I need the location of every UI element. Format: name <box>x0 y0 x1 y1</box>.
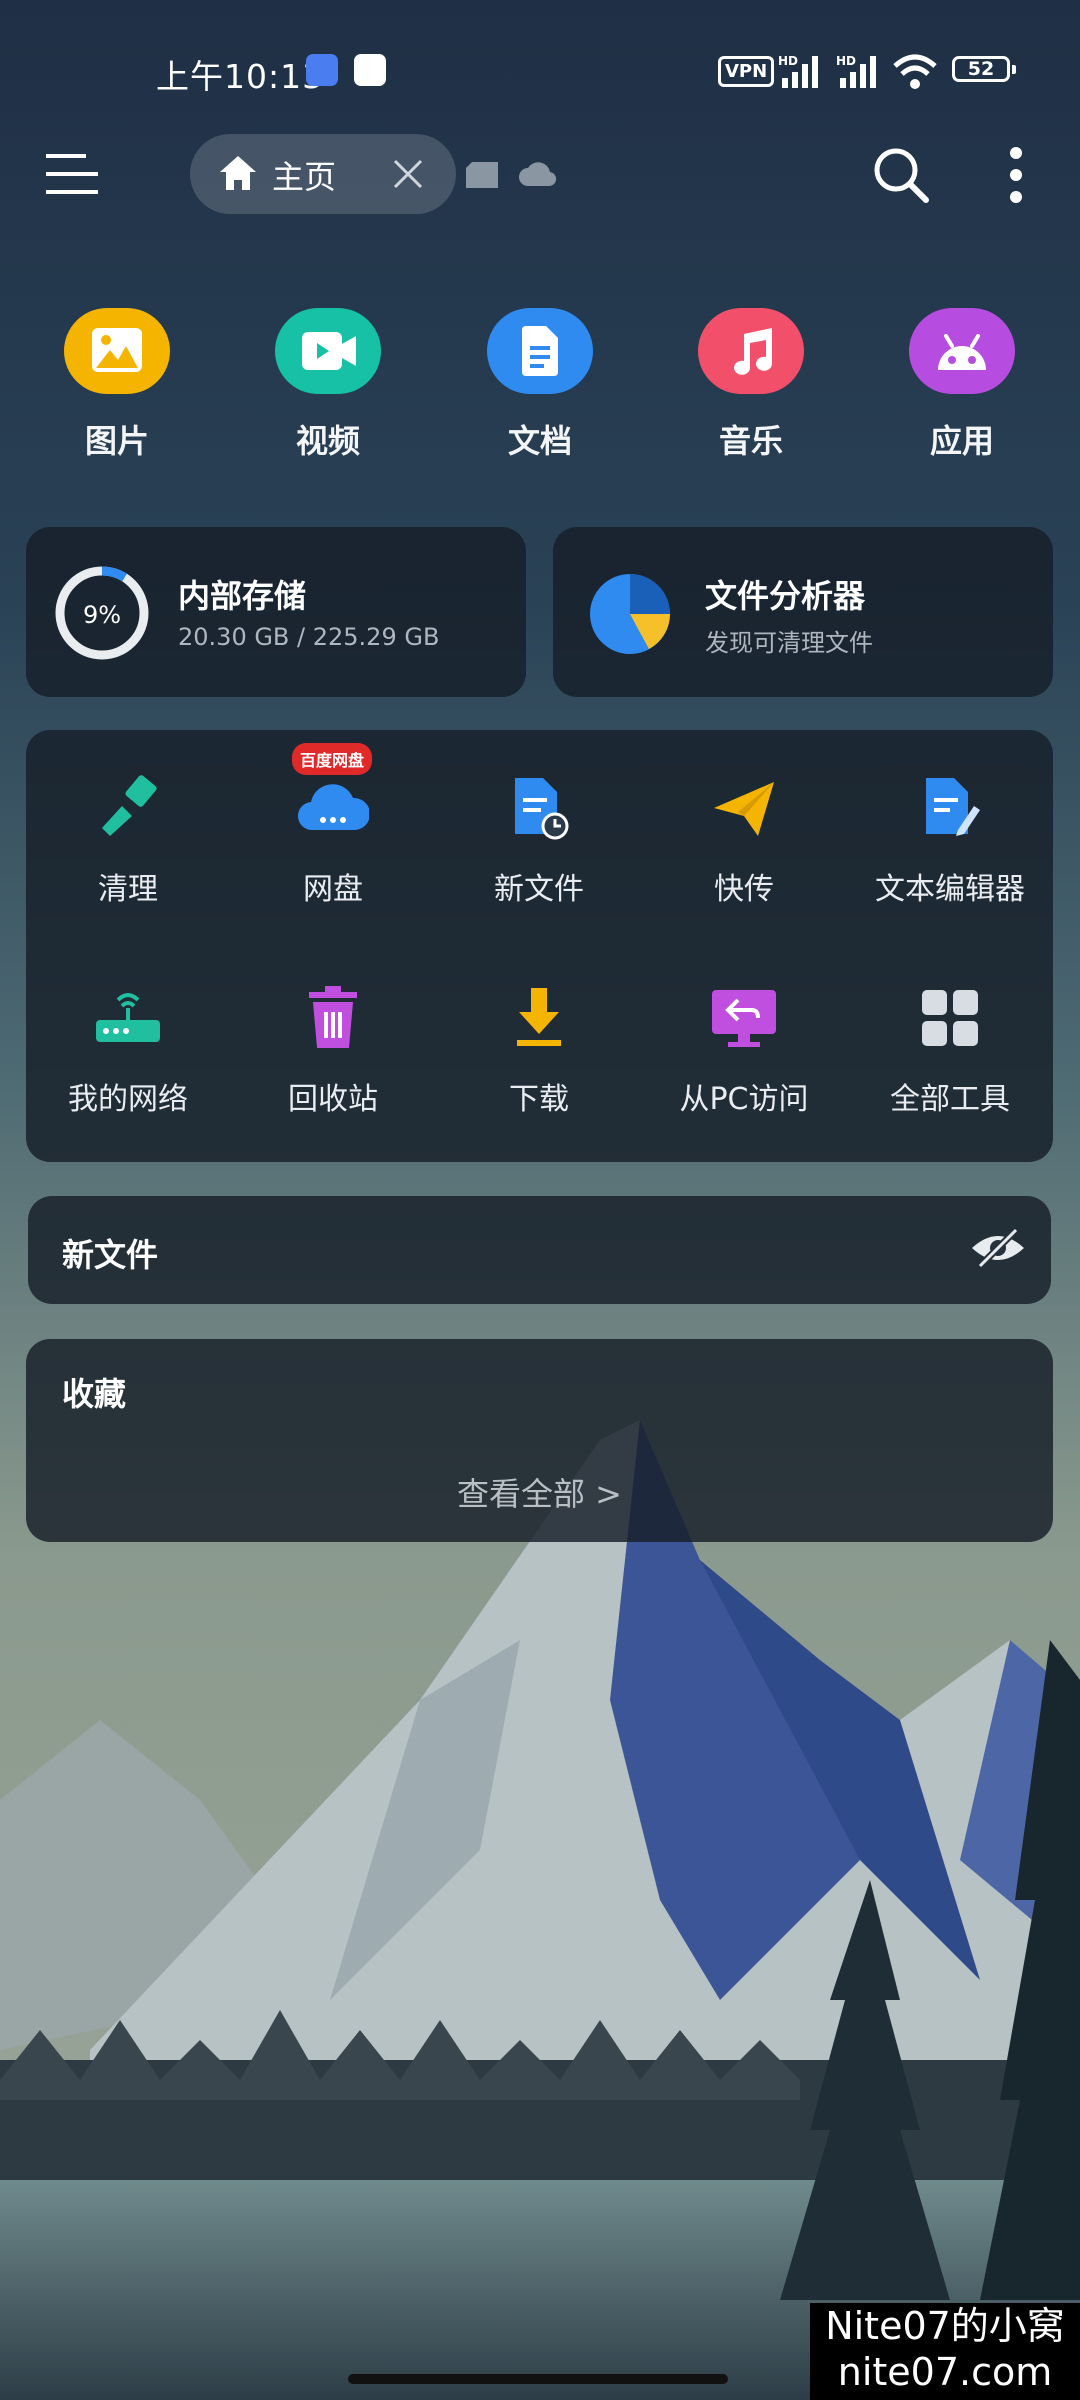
more-options-icon[interactable] <box>1008 146 1024 204</box>
tool-quick-transfer[interactable]: 快传 <box>644 772 844 908</box>
document-icon <box>487 308 593 394</box>
category-music-label: 音乐 <box>718 422 783 460</box>
favorites-title: 收藏 <box>62 1375 127 1413</box>
storage-title: 内部存储 <box>178 577 307 615</box>
analyzer-title: 文件分析器 <box>705 577 866 615</box>
music-icon <box>698 308 804 394</box>
tool-cloud-drive-label: 网盘 <box>303 872 363 907</box>
tool-new-files[interactable]: 新文件 <box>439 772 639 908</box>
category-images[interactable]: 图片 <box>64 308 170 462</box>
tool-my-network-label: 我的网络 <box>68 1082 188 1117</box>
tool-access-from-pc[interactable]: 从PC访问 <box>644 982 844 1118</box>
hide-eye-icon[interactable] <box>970 1226 1026 1270</box>
tool-all-tools-label: 全部工具 <box>890 1082 1010 1117</box>
tab-home-label: 主页 <box>272 158 337 196</box>
close-tab-icon[interactable] <box>392 158 424 190</box>
search-icon[interactable] <box>872 146 930 204</box>
tool-access-from-pc-label: 从PC访问 <box>679 1082 809 1117</box>
tool-recycle-bin[interactable]: 回收站 <box>233 982 433 1118</box>
tool-cleaner-label: 清理 <box>98 872 158 907</box>
category-videos-label: 视频 <box>295 422 360 460</box>
pc-access-icon <box>708 982 780 1054</box>
tool-new-files-label: 新文件 <box>494 872 584 907</box>
tool-recycle-bin-label: 回收站 <box>288 1082 378 1117</box>
category-apps-label: 应用 <box>929 422 994 460</box>
file-analyzer-card[interactable]: 文件分析器 发现可清理文件 <box>553 527 1053 697</box>
app-notification-icon <box>306 54 338 86</box>
watermark-line-1: Nite07的小窝 <box>825 2304 1065 2348</box>
category-videos[interactable]: 视频 <box>275 308 381 462</box>
cloud-icon[interactable] <box>518 160 556 188</box>
tool-my-network[interactable]: 我的网络 <box>28 982 228 1118</box>
internal-storage-card[interactable]: 9% 内部存储 20.30 GB / 225.29 GB <box>26 527 526 697</box>
battery-indicator: 52 <box>952 56 1016 82</box>
paper-plane-icon <box>708 772 780 844</box>
watermark: Nite07的小窝 nite07.com <box>810 2303 1080 2400</box>
gesture-home-bar[interactable] <box>348 2374 728 2384</box>
signal-2-icon <box>840 56 876 88</box>
broom-icon <box>92 772 164 844</box>
home-icon <box>220 156 256 190</box>
tool-text-editor[interactable]: 文本编辑器 <box>850 772 1050 908</box>
favorites-section: 收藏 查看全部 > <box>26 1339 1053 1542</box>
view-all-link[interactable]: 查看全部 > <box>26 1469 1053 1515</box>
grid-icon <box>914 982 986 1054</box>
storage-usage-text: 20.30 GB / 225.29 GB <box>178 623 440 651</box>
tool-text-editor-label: 文本编辑器 <box>875 872 1025 907</box>
wifi-icon <box>893 54 937 89</box>
image-icon <box>64 308 170 394</box>
new-files-section[interactable]: 新文件 <box>28 1196 1051 1304</box>
category-documents-label: 文档 <box>507 422 572 460</box>
signal-1-icon <box>782 56 818 88</box>
category-images-label: 图片 <box>84 422 149 460</box>
new-file-icon <box>503 772 575 844</box>
status-time: 上午10:13 <box>156 57 325 96</box>
router-icon <box>92 982 164 1054</box>
menu-icon[interactable] <box>44 150 100 200</box>
text-editor-icon <box>914 772 986 844</box>
analyzer-subtitle: 发现可清理文件 <box>705 629 873 657</box>
watermark-line-2: nite07.com <box>837 2350 1053 2394</box>
category-apps[interactable]: 应用 <box>909 308 1015 462</box>
pie-chart-icon <box>590 574 670 654</box>
download-icon <box>503 982 575 1054</box>
tool-quick-transfer-label: 快传 <box>714 872 774 907</box>
trash-icon <box>297 982 369 1054</box>
tool-cloud-drive[interactable]: 网盘 <box>233 772 433 908</box>
tool-cleaner[interactable]: 清理 <box>28 772 228 908</box>
vpn-indicator: VPN <box>718 56 775 87</box>
baidu-netdisk-badge: 百度网盘 <box>292 743 373 775</box>
android-icon <box>909 308 1015 394</box>
tool-downloads[interactable]: 下载 <box>439 982 639 1118</box>
new-files-title: 新文件 <box>62 1236 159 1274</box>
cloud-drive-icon <box>297 772 371 844</box>
category-music[interactable]: 音乐 <box>698 308 804 462</box>
cat-app-notification-icon <box>354 54 386 86</box>
status-bar: 上午10:13 VPN HD HD 52 <box>0 0 1080 140</box>
category-documents[interactable]: 文档 <box>487 308 593 462</box>
sd-card-icon[interactable] <box>466 162 498 188</box>
storage-percent: 9% <box>82 601 122 629</box>
video-icon <box>275 308 381 394</box>
tool-downloads-label: 下载 <box>509 1082 569 1117</box>
tool-all-tools[interactable]: 全部工具 <box>850 982 1050 1118</box>
